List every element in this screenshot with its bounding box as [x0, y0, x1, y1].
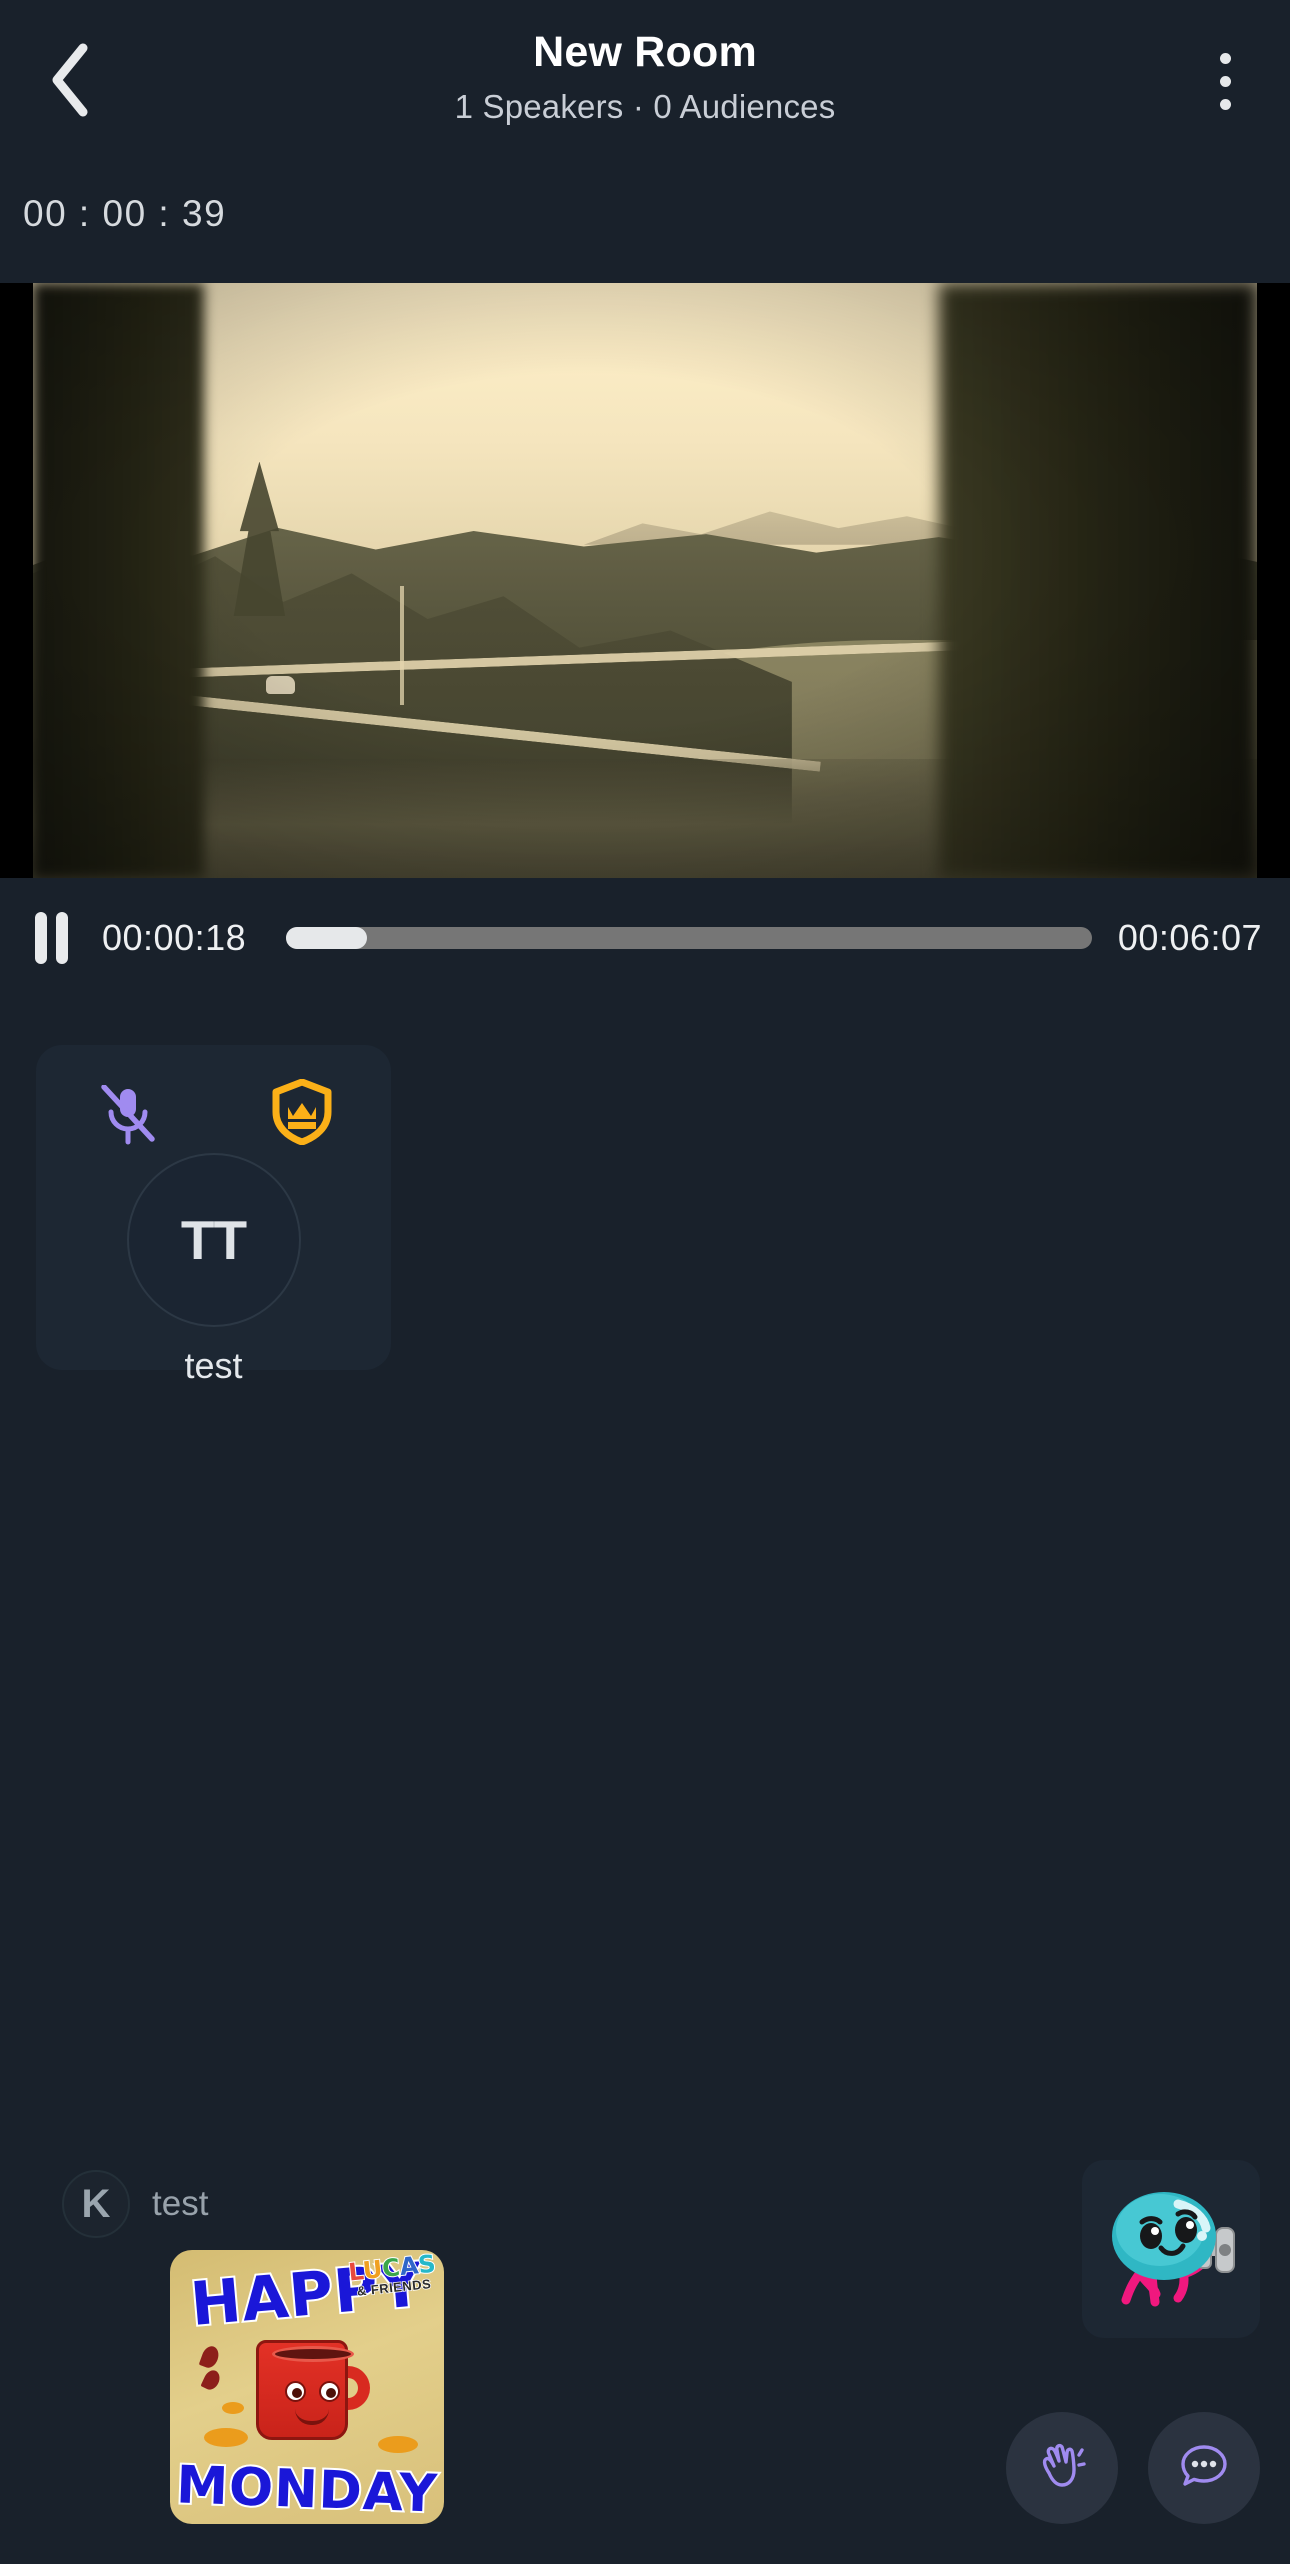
session-timer: 00 : 00 : 39: [23, 193, 227, 234]
playback-progress-fill: [286, 927, 367, 949]
mug-eye-left: [285, 2381, 306, 2403]
total-time-label: 00:06:07: [1117, 917, 1262, 958]
sticker-dot-orange-2: [222, 2402, 244, 2414]
avatar: TT: [126, 1153, 301, 1327]
media-player-bar: 00:00:18 00:06:07: [0, 878, 1290, 998]
app-header: New Room 1 Speakers · 0 Audiences 00 : 0…: [0, 0, 1290, 283]
playback-progress-slider[interactable]: [286, 927, 1092, 949]
happy-monday-sticker[interactable]: HAPPY LUCAS & FRIENDS MONDAY: [170, 2250, 444, 2524]
raise-hand-button[interactable]: [1006, 2412, 1118, 2524]
current-time-label: 00:00:18: [102, 917, 247, 958]
mug-body: [256, 2340, 354, 2441]
sticker-bottom-text: MONDAY: [173, 2453, 440, 2524]
more-vertical-icon-dot-3: [1219, 98, 1231, 110]
video-scene: [33, 283, 1257, 878]
sticker-dot-orange-3: [378, 2436, 418, 2453]
shield-crown-icon: [271, 1078, 333, 1146]
room-screen: New Room 1 Speakers · 0 Audiences 00 : 0…: [0, 0, 1290, 2564]
mug-eye-right: [319, 2381, 340, 2403]
bottom-action-bar: [1006, 2412, 1260, 2524]
scene-sepia-filter: [33, 283, 1257, 878]
pause-button[interactable]: [28, 910, 74, 966]
page-title: New Room: [533, 28, 757, 76]
chat-message-header: K test: [62, 2170, 1290, 2238]
chat-avatar-initial: K: [81, 2181, 111, 2226]
mug-smile: [295, 2409, 329, 2426]
mug-liquid: [272, 2346, 354, 2363]
sticker-dot-red-1: [198, 2343, 222, 2371]
chat-avatar[interactable]: K: [62, 2170, 130, 2238]
coffee-mug-illustration: [248, 2340, 370, 2444]
video-player-surface[interactable]: [0, 283, 1290, 878]
more-vertical-icon-dot-2: [1219, 75, 1231, 87]
pause-icon-bar-2: [55, 912, 68, 964]
video-frame: [33, 283, 1257, 878]
raise-hand-icon: [1033, 2437, 1091, 2500]
mic-off-icon: [100, 1084, 156, 1147]
chat-button[interactable]: [1148, 2412, 1260, 2524]
more-vertical-icon-dot-1: [1219, 52, 1231, 64]
avatar-initials: TT: [180, 1209, 247, 1271]
chat-username: test: [152, 2184, 209, 2223]
chat-bubble-icon: [1175, 2437, 1233, 2500]
logo-letter-4: S: [415, 2250, 437, 2280]
lucas-and-friends-logo: LUCAS & FRIENDS: [346, 2250, 438, 2300]
sticker-dot-red-2: [200, 2367, 223, 2393]
speaker-card[interactable]: TT test: [36, 1045, 391, 1386]
room-participants-summary: 1 Speakers · 0 Audiences: [454, 87, 836, 125]
header-titles: New Room 1 Speakers · 0 Audiences: [0, 26, 1290, 126]
more-options-button[interactable]: [1188, 36, 1262, 126]
pause-icon-bar-1: [34, 912, 47, 964]
speaker-name: test: [184, 1345, 243, 1386]
speakers-grid: TT test: [0, 1045, 1290, 1386]
sticker-dot-orange-1: [204, 2428, 248, 2447]
